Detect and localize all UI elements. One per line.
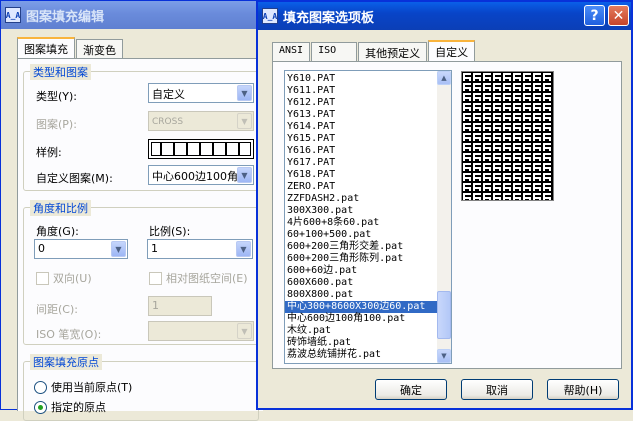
angle-combo[interactable]: 0 ▼	[34, 239, 128, 259]
pattern-list-item[interactable]: ZERO.PAT	[285, 181, 437, 193]
pattern-list-item[interactable]: Y613.PAT	[285, 109, 437, 121]
chevron-down-icon[interactable]: ▼	[236, 241, 251, 257]
chevron-down-icon[interactable]: ▼	[237, 323, 252, 339]
pattern-list-item[interactable]: Y611.PAT	[285, 85, 437, 97]
tab-gradient[interactable]: 渐变色	[76, 39, 123, 58]
list-scrollbar[interactable]: ▲ ▼	[437, 71, 451, 363]
relative-paperspace-checkbox[interactable]: 相对图纸空间(E)	[149, 270, 248, 286]
scale-value: 1	[151, 242, 158, 255]
hatch-edit-title: 图案填充编辑	[26, 9, 105, 25]
scroll-down-icon[interactable]: ▼	[437, 349, 451, 363]
tab-hatch[interactable]: 图案填充	[17, 37, 75, 58]
pattern-list-item[interactable]: 600+200三角形陈列.pat	[285, 253, 437, 265]
pattern-list-item[interactable]: Y614.PAT	[285, 121, 437, 133]
pattern-swatch[interactable]	[148, 139, 254, 159]
pattern-list-item[interactable]: Y612.PAT	[285, 97, 437, 109]
origin-group-label: 图案填充原点	[30, 354, 102, 370]
custom-pattern-label: 自定义图案(M):	[36, 172, 113, 185]
chevron-down-icon[interactable]: ▼	[237, 113, 252, 129]
swatch-label: 样例:	[36, 146, 62, 159]
pattern-list-item[interactable]: 4片600+8条60.pat	[285, 217, 437, 229]
hatch-edit-titlebar[interactable]: A̲A 图案填充编辑	[1, 1, 261, 29]
relative-label: 相对图纸空间(E)	[166, 272, 248, 285]
radio-dot[interactable]	[34, 400, 47, 414]
pattern-list-items: Y610.PAT Y611.PAT Y612.PAT Y613.PAT Y614.PAT…	[285, 73, 437, 361]
pattern-preview-graphic	[462, 72, 553, 200]
type-combo-value: 自定义	[152, 88, 185, 101]
custom-pattern-value: 中心600边100角	[152, 170, 238, 183]
type-pattern-group-label: 类型和图案	[30, 64, 91, 80]
pattern-list-item[interactable]: ZZFDASH2.pat	[285, 193, 437, 205]
close-icon[interactable]: ✕	[608, 5, 629, 26]
pattern-combo-value: CROSS	[152, 117, 184, 127]
angle-label: 角度(G):	[36, 225, 79, 238]
hatch-palette-title: 填充图案选项板	[283, 10, 375, 26]
scroll-up-icon[interactable]: ▲	[437, 71, 451, 85]
type-combo[interactable]: 自定义 ▼	[148, 83, 254, 103]
specified-label: 指定的原点	[51, 401, 106, 414]
double-label: 双向(U)	[53, 272, 92, 285]
hatch-edit-tabs: 图案填充 渐变色	[17, 37, 124, 58]
autocad-app-icon: A̲A	[262, 8, 278, 24]
spacing-label: 间距(C):	[36, 303, 78, 316]
ok-button[interactable]: 确定	[375, 379, 447, 400]
help-button[interactable]: 帮助(H)	[547, 379, 619, 400]
use-current-origin-radio[interactable]: 使用当前原点(T)	[34, 379, 132, 395]
help-icon[interactable]: ?	[584, 5, 605, 26]
pattern-list-item[interactable]: Y610.PAT	[285, 73, 437, 85]
pattern-list-item[interactable]: 60+100+500.pat	[285, 229, 437, 241]
pattern-file-list[interactable]: Y610.PAT Y611.PAT Y612.PAT Y613.PAT Y614.PAT…	[284, 70, 452, 364]
scale-combo[interactable]: 1 ▼	[147, 239, 253, 259]
custom-pattern-combo[interactable]: 中心600边100角 ▼	[148, 165, 254, 185]
tab-iso[interactable]: ISO	[311, 42, 358, 61]
pattern-list-item[interactable]: Y616.PAT	[285, 145, 437, 157]
double-checkbox[interactable]: 双向(U)	[36, 270, 92, 286]
use-current-label: 使用当前原点(T)	[51, 381, 133, 394]
palette-tabs: ANSI ISO 其他预定义 自定义	[272, 40, 476, 61]
pattern-list-item[interactable]: 砖饰墙纸.pat	[285, 337, 437, 349]
tab-ansi[interactable]: ANSI	[272, 42, 311, 61]
spacing-input[interactable]: 1	[148, 296, 212, 316]
pattern-list-item[interactable]: 600X600.pat	[285, 277, 437, 289]
chevron-down-icon[interactable]: ▼	[237, 85, 252, 101]
hatch-palette-titlebar[interactable]: A̲A 填充图案选项板 ? ✕	[258, 2, 631, 30]
pattern-list-item[interactable]: Y618.PAT	[285, 169, 437, 181]
checkbox-box[interactable]	[36, 271, 49, 285]
hatch-edit-dialog: A̲A 图案填充编辑 图案填充 渐变色 类型和图案 类型(Y): 自定义 ▼ 图…	[0, 0, 263, 421]
pattern-combo[interactable]: CROSS ▼	[148, 111, 254, 131]
angle-scale-group-label: 角度和比例	[30, 200, 91, 216]
specified-origin-radio[interactable]: 指定的原点	[34, 399, 106, 415]
tab-custom[interactable]: 自定义	[428, 40, 476, 61]
autocad-app-icon: A̲A	[5, 7, 21, 23]
type-label: 类型(Y):	[36, 90, 78, 103]
pattern-list-item[interactable]: Y617.PAT	[285, 157, 437, 169]
hatch-palette-dialog: A̲A 填充图案选项板 ? ✕ ANSI ISO 其他预定义 自定义 Y610.…	[256, 0, 633, 410]
pattern-list-item[interactable]: 中心300+8600X300边60.pat	[285, 301, 437, 313]
pattern-list-item[interactable]: 600+200三角形交差.pat	[285, 241, 437, 253]
iso-pen-label: ISO 笔宽(O):	[36, 328, 102, 341]
tab-other-predefined[interactable]: 其他预定义	[358, 42, 428, 61]
checkbox-box[interactable]	[149, 271, 162, 285]
angle-value: 0	[38, 242, 45, 255]
chevron-down-icon[interactable]: ▼	[237, 167, 252, 183]
pattern-list-item[interactable]: 300X300.pat	[285, 205, 437, 217]
scroll-thumb[interactable]	[437, 291, 451, 339]
pattern-list-item[interactable]: Y615.PAT	[285, 133, 437, 145]
pattern-list-item[interactable]: 荔波总统铺拼花.pat	[285, 349, 437, 361]
pattern-list-item[interactable]: 木纹.pat	[285, 325, 437, 337]
pattern-list-item[interactable]: 中心600边100角100.pat	[285, 313, 437, 325]
chevron-down-icon[interactable]: ▼	[111, 241, 126, 257]
cancel-button[interactable]: 取消	[461, 379, 533, 400]
pattern-preview	[461, 71, 554, 201]
scale-label: 比例(S):	[149, 225, 191, 238]
pattern-label: 图案(P):	[36, 118, 77, 131]
spacing-value: 1	[152, 299, 159, 312]
pattern-list-item[interactable]: 600+60边.pat	[285, 265, 437, 277]
iso-pen-combo[interactable]: ▼	[148, 321, 254, 341]
pattern-list-item[interactable]: 800X800.pat	[285, 289, 437, 301]
radio-dot[interactable]	[34, 380, 47, 394]
